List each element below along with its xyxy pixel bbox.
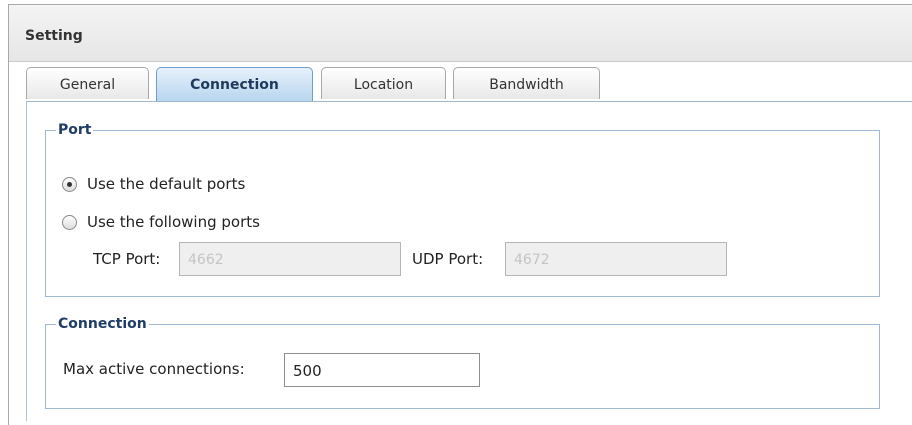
connection-legend: Connection	[58, 316, 147, 332]
tab-connection[interactable]: Connection	[156, 67, 313, 101]
port-legend: Port	[58, 122, 92, 138]
tab-location[interactable]: Location	[321, 67, 446, 99]
tcp-port-field[interactable]: 4662	[179, 242, 401, 276]
port-group: Port	[45, 122, 880, 297]
title-bar: Setting	[9, 5, 912, 62]
default-ports-label: Use the default ports	[87, 175, 246, 193]
default-ports-radio[interactable]	[62, 176, 77, 192]
custom-ports-radio[interactable]	[62, 214, 77, 230]
custom-ports-option[interactable]: Use the following ports	[62, 213, 260, 231]
udp-port-field[interactable]: 4672	[505, 242, 727, 276]
tcp-port-label: TCP Port:	[93, 250, 161, 268]
default-ports-option[interactable]: Use the default ports	[62, 175, 245, 193]
tab-bandwidth[interactable]: Bandwidth	[453, 67, 600, 99]
max-connections-label: Max active connections:	[63, 360, 245, 378]
custom-ports-label: Use the following ports	[87, 213, 260, 231]
tab-general[interactable]: General	[26, 67, 149, 99]
udp-port-label: UDP Port:	[412, 250, 484, 268]
max-connections-field[interactable]: 500	[284, 353, 480, 387]
window-title: Setting	[25, 28, 83, 44]
